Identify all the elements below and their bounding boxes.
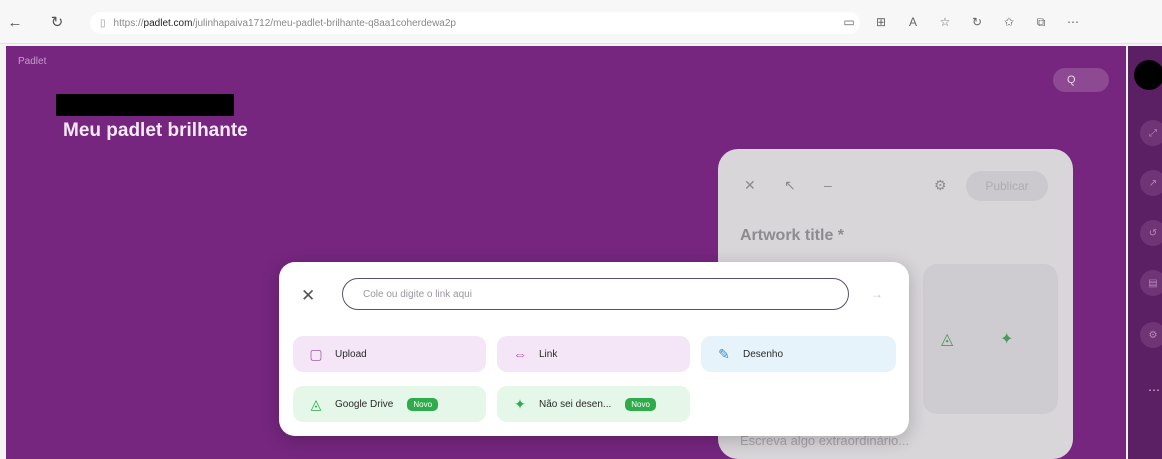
more-icon[interactable]: ⋯ <box>1064 12 1082 32</box>
settings-composer-icon[interactable]: ⚙ <box>934 177 947 194</box>
upload-label: Upload <box>335 348 367 360</box>
avatar[interactable] <box>1134 60 1162 90</box>
upload-icon: ▢ <box>309 345 323 362</box>
read-aloud-icon[interactable]: A <box>904 12 922 32</box>
settings-icon[interactable]: ⚙ <box>1140 322 1162 348</box>
pen-icon: ✎ <box>718 345 730 362</box>
google-drive-option[interactable]: ◬ Google Drive Novo <box>293 386 486 422</box>
favorites-bar-icon[interactable]: ✩ <box>1000 12 1018 32</box>
browser-actions: ▭ ⊞ A ☆ ↻ ✩ ⧉ ⋯ <box>840 12 1082 32</box>
grid-icon[interactable]: ⊞ <box>872 12 890 32</box>
refresh-ext-icon[interactable]: ↻ <box>968 12 986 32</box>
new-badge: Novo <box>407 397 439 411</box>
google-drive-icon: ◬ <box>310 395 322 412</box>
board-title: Meu padlet brilhante <box>63 120 248 141</box>
brand-label: Padlet <box>18 56 47 67</box>
redacted-author <box>56 94 234 116</box>
right-rail: ⤢ ↗ ↺ ▤ ⚙ ⋯ <box>1128 46 1162 459</box>
ai-image-label: Não sei desen... <box>539 398 612 410</box>
expand-composer-icon[interactable]: ↖ <box>784 177 796 194</box>
remake-icon[interactable]: ↺ <box>1140 220 1162 246</box>
link-input[interactable] <box>342 278 849 310</box>
favorite-icon[interactable]: ☆ <box>936 12 954 32</box>
refresh-icon[interactable]: ↻ <box>46 11 68 33</box>
url-prefix: https:// <box>113 17 144 29</box>
close-picker-icon[interactable]: ✕ <box>301 286 315 306</box>
publish-button[interactable]: Publicar <box>966 171 1048 201</box>
minimize-icon[interactable]: – <box>824 177 832 193</box>
close-composer-icon[interactable]: ✕ <box>744 177 756 194</box>
sparkle-icon: ✦ <box>514 395 526 412</box>
ai-image-option[interactable]: ✦ Não sei desen... Novo <box>497 386 690 422</box>
new-badge: Novo <box>625 397 656 411</box>
link-label: Link <box>539 348 558 360</box>
more-options-icon[interactable]: ⋯ <box>1148 383 1160 397</box>
drawing-option[interactable]: ✎ Desenho <box>701 336 896 372</box>
google-drive-label: Google Drive <box>335 398 394 410</box>
bookmark-icon[interactable]: ▤ <box>1140 270 1162 296</box>
attachment-picker: ✕ → ▢ Upload ⇔ Link ✎ Desenho ◬ Google D… <box>279 262 909 436</box>
collections-icon[interactable]: ⧉ <box>1032 12 1050 32</box>
submit-link-icon[interactable]: → <box>871 287 883 301</box>
lock-icon: ▯ <box>100 17 106 29</box>
upload-option[interactable]: ▢ Upload <box>293 336 486 372</box>
google-drive-icon[interactable]: ◬ <box>941 329 953 349</box>
link-option[interactable]: ⇔ Link <box>497 336 690 372</box>
url-path: /julinhapaiva1712/meu-padlet-brilhante-q… <box>192 17 456 29</box>
search-icon: Q <box>1067 74 1076 86</box>
drawing-label: Desenho <box>743 348 784 360</box>
address-bar[interactable]: ▯ https:// padlet.com /julinhapaiva1712/… <box>90 12 860 34</box>
artwork-title-label[interactable]: Artwork title * <box>740 227 844 245</box>
search-button[interactable]: Q <box>1053 68 1109 92</box>
tab-icon[interactable]: ▭ <box>840 12 858 32</box>
url-host: padlet.com <box>143 17 193 29</box>
share-icon[interactable]: ↗ <box>1140 170 1162 196</box>
link-icon: ⇔ <box>513 346 527 362</box>
back-icon[interactable]: ← <box>4 11 26 33</box>
sparkle-icon[interactable]: ✦ <box>1000 329 1013 349</box>
expand-icon[interactable]: ⤢ <box>1140 120 1162 146</box>
browser-toolbar: ← ↻ ▯ https:// padlet.com /julinhapaiva1… <box>0 0 1162 44</box>
